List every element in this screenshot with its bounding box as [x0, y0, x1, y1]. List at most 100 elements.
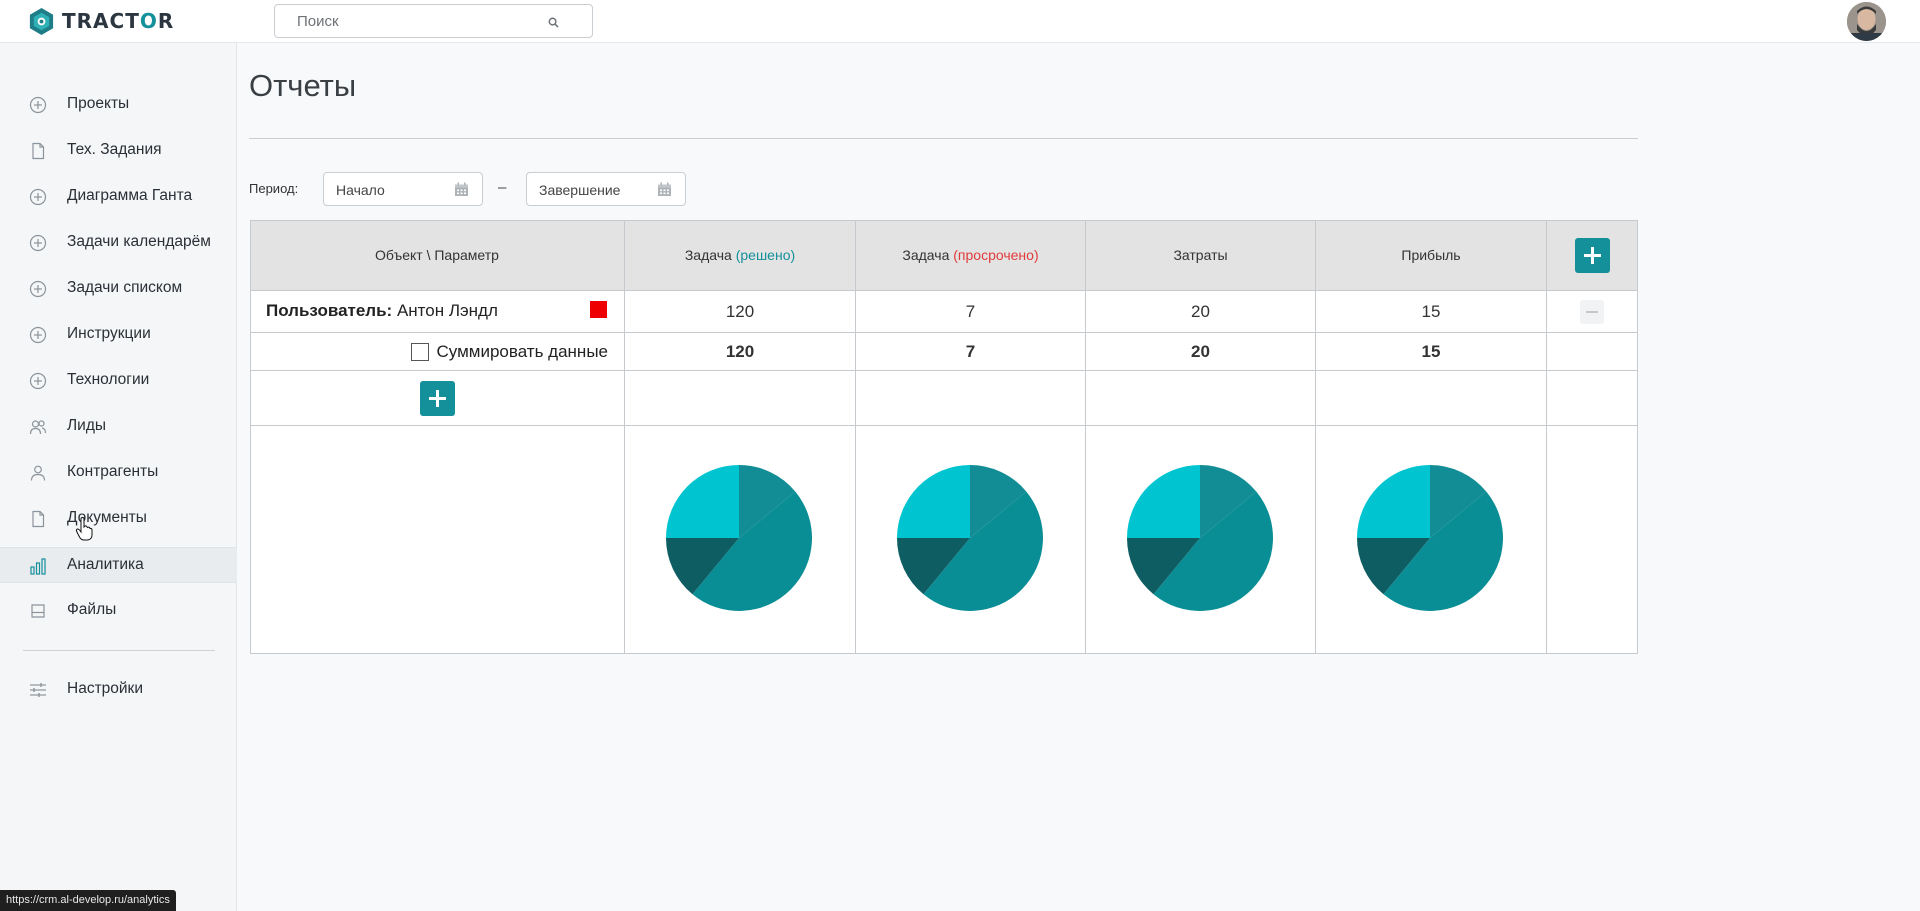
sidebar-item-label: Файлы: [67, 601, 117, 618]
logo-text: TRACTOR: [62, 9, 175, 33]
empty-cell: [856, 371, 1086, 426]
user-label: Пользователь: Антон Лэндл: [266, 301, 498, 320]
pie-slice-3: [666, 465, 739, 538]
empty-cell: [1547, 426, 1638, 654]
plus-circle-icon: [29, 234, 47, 252]
title-divider: [249, 138, 1638, 139]
report-table: Объект \ Параметр Задача (решено) Задача…: [250, 220, 1638, 654]
sidebar-item-label: Проекты: [67, 95, 130, 112]
add-parameter-button[interactable]: [1574, 237, 1610, 273]
sidebar-item-projects[interactable]: Проекты: [0, 87, 237, 123]
logo-icon: [29, 7, 54, 35]
search-box: [274, 4, 593, 38]
header-actions: [1547, 220, 1638, 291]
pie-slice-3: [1357, 465, 1430, 538]
sidebar-item-contractors[interactable]: Контрагенты: [0, 455, 237, 491]
pie-chart-profit: [1357, 465, 1503, 611]
plus-icon: [429, 390, 446, 407]
sum-value-costs: 20: [1086, 333, 1316, 371]
header-object-param: Объект \ Параметр: [250, 220, 625, 291]
sum-row-actions: [1547, 333, 1638, 371]
pie-slice-3: [1127, 465, 1200, 538]
logo[interactable]: TRACTOR: [27, 6, 174, 36]
chart-cell-overdue: [856, 426, 1086, 654]
pie-chart-costs: [1127, 465, 1273, 611]
calendar-icon[interactable]: [454, 182, 469, 197]
sum-data-label: Суммировать данные: [436, 342, 608, 361]
chart-cell-profit: [1316, 426, 1547, 654]
document-icon: [32, 510, 45, 528]
plus-circle-icon: [29, 96, 47, 114]
user-color-swatch[interactable]: [590, 301, 607, 318]
header-tasks-solved: Задача (решено): [625, 220, 856, 291]
bar-chart-icon: [30, 558, 46, 575]
sidebar: Проекты Тех. Задания Диаграмма Ганта Зад…: [0, 43, 237, 911]
calendar-icon[interactable]: [657, 182, 672, 197]
plus-circle-icon: [29, 188, 47, 206]
search-input[interactable]: [297, 11, 547, 31]
sidebar-item-label: Задачи списком: [67, 279, 183, 296]
sum-row-label-cell: Суммировать данные: [250, 333, 625, 371]
pie-chart-overdue: [897, 465, 1043, 611]
chart-row-label-cell: [250, 426, 625, 654]
pie-slice-3: [897, 465, 970, 538]
user-value-overdue: 7: [856, 291, 1086, 333]
document-icon: [32, 142, 45, 160]
sum-value-solved: 120: [625, 333, 856, 371]
empty-cell: [625, 371, 856, 426]
sidebar-item-label: Документы: [67, 509, 147, 526]
sidebar-item-leads[interactable]: Лиды: [0, 409, 237, 445]
user-value-profit: 15: [1316, 291, 1547, 333]
sidebar-item-label: Технологии: [67, 371, 150, 388]
sidebar-item-settings[interactable]: Настройки: [0, 672, 237, 708]
sidebar-item-instructions[interactable]: Инструкции: [0, 317, 237, 353]
sidebar-item-label: Аналитика: [67, 556, 144, 573]
remove-user-button[interactable]: [1580, 300, 1604, 324]
sum-data-checkbox[interactable]: [410, 343, 429, 361]
sidebar-item-tasks-list[interactable]: Задачи списком: [0, 271, 237, 307]
user-value-costs: 20: [1086, 291, 1316, 333]
period-label: Период:: [249, 181, 299, 196]
sidebar-item-label: Диаграмма Ганта: [67, 187, 193, 204]
sidebar-item-tech-tasks[interactable]: Тех. Задания: [0, 133, 237, 169]
avatar[interactable]: [1847, 2, 1886, 41]
plus-circle-icon: [29, 280, 47, 298]
user-icon: [30, 465, 46, 481]
sliders-icon: [30, 683, 46, 697]
user-row-label-cell: Пользователь: Антон Лэндл: [250, 291, 625, 333]
empty-cell: [1316, 371, 1547, 426]
start-date-field: [323, 172, 483, 206]
top-bar: TRACTOR: [0, 0, 1920, 43]
drive-icon: [31, 604, 45, 618]
sum-value-profit: 15: [1316, 333, 1547, 371]
sidebar-item-technologies[interactable]: Технологии: [0, 363, 237, 399]
user-row-actions: [1547, 291, 1638, 333]
start-date-input[interactable]: [336, 181, 446, 199]
sidebar-item-label: Настройки: [67, 680, 144, 697]
users-icon: [29, 420, 47, 435]
sidebar-item-label: Инструкции: [67, 325, 151, 342]
sidebar-item-gantt[interactable]: Диаграмма Ганта: [0, 179, 237, 215]
chart-cell-costs: [1086, 426, 1316, 654]
minus-icon: [1586, 311, 1598, 313]
add-object-button[interactable]: [420, 381, 455, 416]
user-value-solved: 120: [625, 291, 856, 333]
plus-circle-icon: [29, 326, 47, 344]
pie-chart-solved: [666, 465, 812, 611]
search-icon[interactable]: [548, 17, 559, 28]
plus-circle-icon: [29, 372, 47, 390]
sidebar-item-files[interactable]: Файлы: [0, 593, 237, 629]
page-title: Отчеты: [249, 68, 357, 103]
end-date-input[interactable]: [539, 181, 649, 199]
status-bar-url: https://crm.al-develop.ru/analytics: [0, 890, 176, 911]
sidebar-item-label: Тех. Задания: [67, 141, 162, 158]
sidebar-item-documents[interactable]: Документы: [0, 501, 237, 537]
sidebar-item-tasks-calendar[interactable]: Задачи календарём: [0, 225, 237, 261]
header-profit: Прибыль: [1316, 220, 1547, 291]
sidebar-item-analytics[interactable]: Аналитика: [0, 547, 237, 583]
empty-cell: [1086, 371, 1316, 426]
sum-value-overdue: 7: [856, 333, 1086, 371]
plus-icon: [1583, 246, 1601, 264]
sidebar-item-label: Контрагенты: [67, 463, 159, 480]
header-costs: Затраты: [1086, 220, 1316, 291]
